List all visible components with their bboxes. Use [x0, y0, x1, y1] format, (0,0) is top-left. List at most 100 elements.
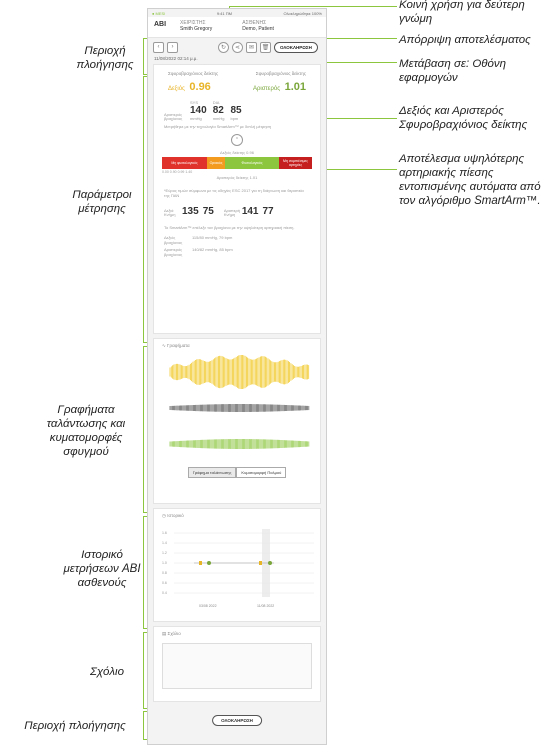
band-abnormal: Μη φυσιολογικός [162, 157, 207, 169]
band-normal: Φυσιολογικός [225, 157, 279, 169]
history-chart: 1.6 1.4 1.2 1.0 0.8 0.6 0.4 03/08 2022 11/08 2… [162, 529, 314, 608]
status-left: ● MESI [152, 10, 166, 16]
bracket-params [143, 76, 144, 342]
y-tick-label: 1.4 [162, 541, 167, 545]
params-card: Σφυροβραχιόνιος δείκτης Σφυροβραχιόνιος … [153, 64, 321, 334]
tab-pulse[interactable]: Κυματομορφή Παλμού [236, 467, 287, 478]
y-tick-label: 1.2 [162, 551, 167, 555]
refresh-button[interactable]: ↻ [218, 41, 229, 53]
scale-top-label: Δεξιός δείκτης 0.96 [220, 150, 254, 155]
operator-block: ΧΕΙΡΙΣΤΗΣ Smith Gregory [180, 20, 212, 32]
left-abi-value: 1.01 [284, 81, 306, 93]
status-bar: ● MESI 9:41 ΠΜ Ολοκληρώθηκε 100% [148, 9, 326, 17]
right-abi-value: 0.96 [189, 81, 211, 93]
app-title: ABI [154, 21, 167, 28]
smartarm-info: Το SmartArm™ επέλεξε τον βραχίονα με την… [164, 225, 295, 230]
status-time: 9:41 ΠΜ [216, 10, 232, 16]
right-arm-values: 115/80 mmHg, 79 bpm [192, 235, 233, 240]
label-history: Ιστορικό μετρήσεων ABI ασθενούς [63, 549, 141, 589]
right-ankle-sys: 135 [182, 206, 199, 217]
right-arm-label: Δεξιός βραχίονας [164, 235, 183, 245]
comment-textarea[interactable] [162, 643, 312, 689]
bracket-graphs [143, 346, 144, 512]
clock-icon: ◷ [162, 513, 166, 518]
left-arm-label: Αριστερός βραχίονας [164, 247, 183, 257]
share-button[interactable]: ⋖ [232, 41, 243, 53]
graphs-title: ∿ Γραφήματα [154, 339, 320, 353]
expand-button[interactable]: ⌃ [231, 134, 243, 146]
graph-type-toggle: Γράφημα ταλάντωσης Κυματομορφή Παλμού [154, 467, 320, 478]
toolbar: ‹ › ↻ ⋖ ✉ 🗑 ΟΛΟΚΛΗΡΩΣΗ [148, 38, 326, 56]
arm-sys-value: 140 [190, 105, 207, 116]
right-ankle-graph [169, 404, 310, 412]
left-arm-values: 140/82 mmHg, 85 bpm [192, 247, 233, 252]
wave-arm [160, 354, 314, 390]
status-right: Ολοκληρώθηκε 100% [283, 10, 322, 16]
left-ankle-label: Αριστερή Κνήμη [223, 208, 240, 217]
right-ankle-dia: 75 [202, 206, 214, 217]
bracket-nav-top [143, 38, 144, 74]
graphs-card: ∿ Γραφήματα Γράφημα ταλάντωσης Κυματομορ… [153, 338, 321, 504]
patient-block[interactable]: ΑΣΘΕΝΗΣ Demo, Patient [242, 20, 274, 32]
arm-pulse-unit: bpm [230, 116, 239, 121]
reference-note: *Εύρος τιμών σύμφωνα με τις οδηγίες ESC … [164, 188, 304, 198]
label-comment: Σχόλιο [90, 666, 124, 678]
label-smartarm-desc: Αποτέλεσμα υψηλότερης αρτηριακής πίεσης … [399, 153, 541, 207]
x-tick-2: 11/08 2022 [257, 604, 274, 608]
x-tick-1: 03/08 2022 [199, 604, 217, 608]
left-ankle-dia: 77 [262, 206, 274, 217]
label-nav-bottom: Περιοχή πλοήγησης [24, 720, 126, 732]
label-share: Κοινή χρήση για δεύτερη γνώμη [399, 0, 525, 25]
label-nav-top: Περιοχή πλοήγησης [76, 45, 134, 71]
arm-pulse-value: 85 [230, 105, 242, 116]
left-index-label: Σφυροβραχιόνιος δείκτης [255, 71, 306, 76]
done-button-bottom[interactable]: ΟΛΟΚΛΗΡΩΣΗ [212, 715, 262, 726]
y-tick-label: 1.0 [162, 561, 167, 565]
y-tick-label: 0.8 [162, 571, 167, 575]
label-abi-desc: Δεξιός και Αριστερός Σφυροβραχιόνιος δεί… [399, 105, 528, 131]
bracket-nav-bottom [143, 711, 144, 739]
band-noncompressible: Μη συμπιέσιμες αρτηρίες [279, 157, 312, 169]
label-params: Παράμετροι μέτρησης [72, 189, 132, 215]
patient-value: Demo, Patient [242, 26, 274, 32]
label-discard: Απόρριψη αποτελέσματος [399, 34, 531, 46]
y-tick-label: 0.6 [162, 581, 167, 585]
scale-bottom-label: Αριστερός δείκτης 1.01 [216, 175, 258, 180]
label-goto: Μετάβαση σε: Οθόνη εφαρμογών [399, 58, 507, 84]
wave-right [160, 391, 314, 425]
back-button[interactable]: ‹ [153, 41, 164, 53]
pulse-icon: ∿ [162, 343, 166, 348]
smartarm-note: Μετρήθηκε με την τεχνολογία SmartArm™ με… [164, 124, 272, 129]
history-title-text: Ιστορικό [167, 513, 184, 518]
y-tick-label: 0.4 [162, 591, 167, 595]
done-button-top[interactable]: ΟΛΟΚΛΗΡΩΣΗ [274, 41, 318, 53]
tab-oscillation[interactable]: Γράφημα ταλάντωσης [187, 467, 237, 478]
left-ankle-sys: 141 [241, 206, 259, 217]
app-header: ABI ΧΕΙΡΙΣΤΗΣ Smith Gregory ΑΣΘΕΝΗΣ Demo… [148, 17, 326, 38]
forward-button[interactable]: › [167, 41, 178, 53]
history-title: ◷ Ιστορικό [154, 509, 320, 523]
y-tick-label: 1.6 [162, 531, 167, 535]
comment-title: ▤ Σχόλιο [154, 627, 320, 641]
arm-oscillation-graph [169, 354, 310, 390]
label-graphs: Γραφήματα ταλάντωσης και κυματομορφές σφ… [46, 404, 126, 458]
graphs-title-text: Γραφήματα [167, 343, 190, 348]
band-borderline: Οριακός [207, 157, 225, 169]
bracket-history [143, 516, 144, 628]
arm-dia-value: 82 [212, 105, 224, 116]
abi-scale: Μη φυσιολογικός Οριακός Φυσιολογικός Μη … [162, 157, 312, 169]
operator-value: Smith Gregory [180, 26, 213, 32]
measurement-date: 11/08/2022 02:14 μ.μ. [154, 56, 198, 61]
bracket-comment [143, 632, 144, 708]
send-button[interactable]: ✉ [246, 41, 257, 53]
comment-card: ▤ Σχόλιο [153, 626, 321, 702]
app-screen: ● MESI 9:41 ΠΜ Ολοκληρώθηκε 100% ABI ΧΕΙ… [147, 8, 327, 745]
wave-left [160, 427, 314, 461]
arm-sys-unit: mmHg [190, 116, 202, 121]
right-index-label: Σφυροβραχιόνιος δείκτης [168, 71, 219, 76]
left-side-label: Αριστερός [252, 86, 281, 92]
comment-title-text: Σχόλιο [167, 631, 181, 636]
arm-dia-unit: mmHg [212, 116, 225, 121]
left-ankle-graph [169, 439, 310, 449]
discard-button[interactable]: 🗑 [260, 41, 271, 53]
